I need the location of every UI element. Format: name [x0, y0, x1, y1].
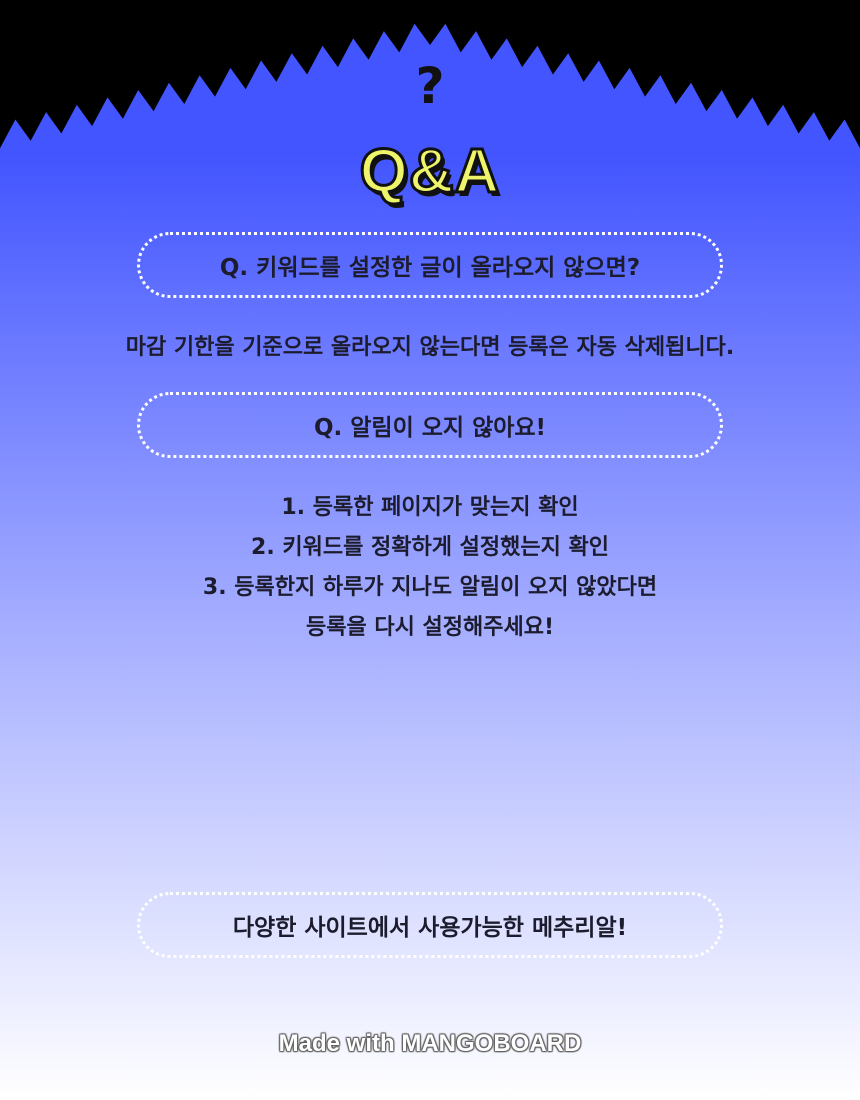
faq-answer-2-line-1: 1. 등록한 페이지가 맞는지 확인 [281, 495, 579, 520]
faq-answer-2-line-4: 등록을 다시 설정해주세요! [306, 615, 554, 640]
faq-answer-2-line-2: 2. 키워드를 정확하게 설정했는지 확인 [251, 535, 609, 560]
faq-question-1: Q. 키워드를 설정한 글이 올라오지 않으면? [137, 232, 723, 298]
question-mark-icon: ? [415, 57, 445, 115]
faq-answer-1: 마감 기한을 기준으로 올라오지 않는다면 등록은 자동 삭제됩니다. [0, 328, 860, 368]
footer-credit: Made with MANGOBOARD [278, 1030, 582, 1057]
faq-answer-2-line-3: 3. 등록한지 하루가 지나도 알림이 오지 않았다면 [202, 575, 658, 600]
faq-answer-1-line-1: 마감 기한을 기준으로 올라오지 않는다면 등록은 자동 삭제됩니다. [125, 335, 735, 360]
faq-answer-2: 1. 등록한 페이지가 맞는지 확인 2. 키워드를 정확하게 설정했는지 확인… [0, 488, 860, 648]
promo-badge: 다양한 사이트에서 사용가능한 메추리알! [137, 892, 723, 958]
page-title: Q&A [358, 136, 501, 208]
faq-question-2: Q. 알림이 오지 않아요! [137, 392, 723, 458]
